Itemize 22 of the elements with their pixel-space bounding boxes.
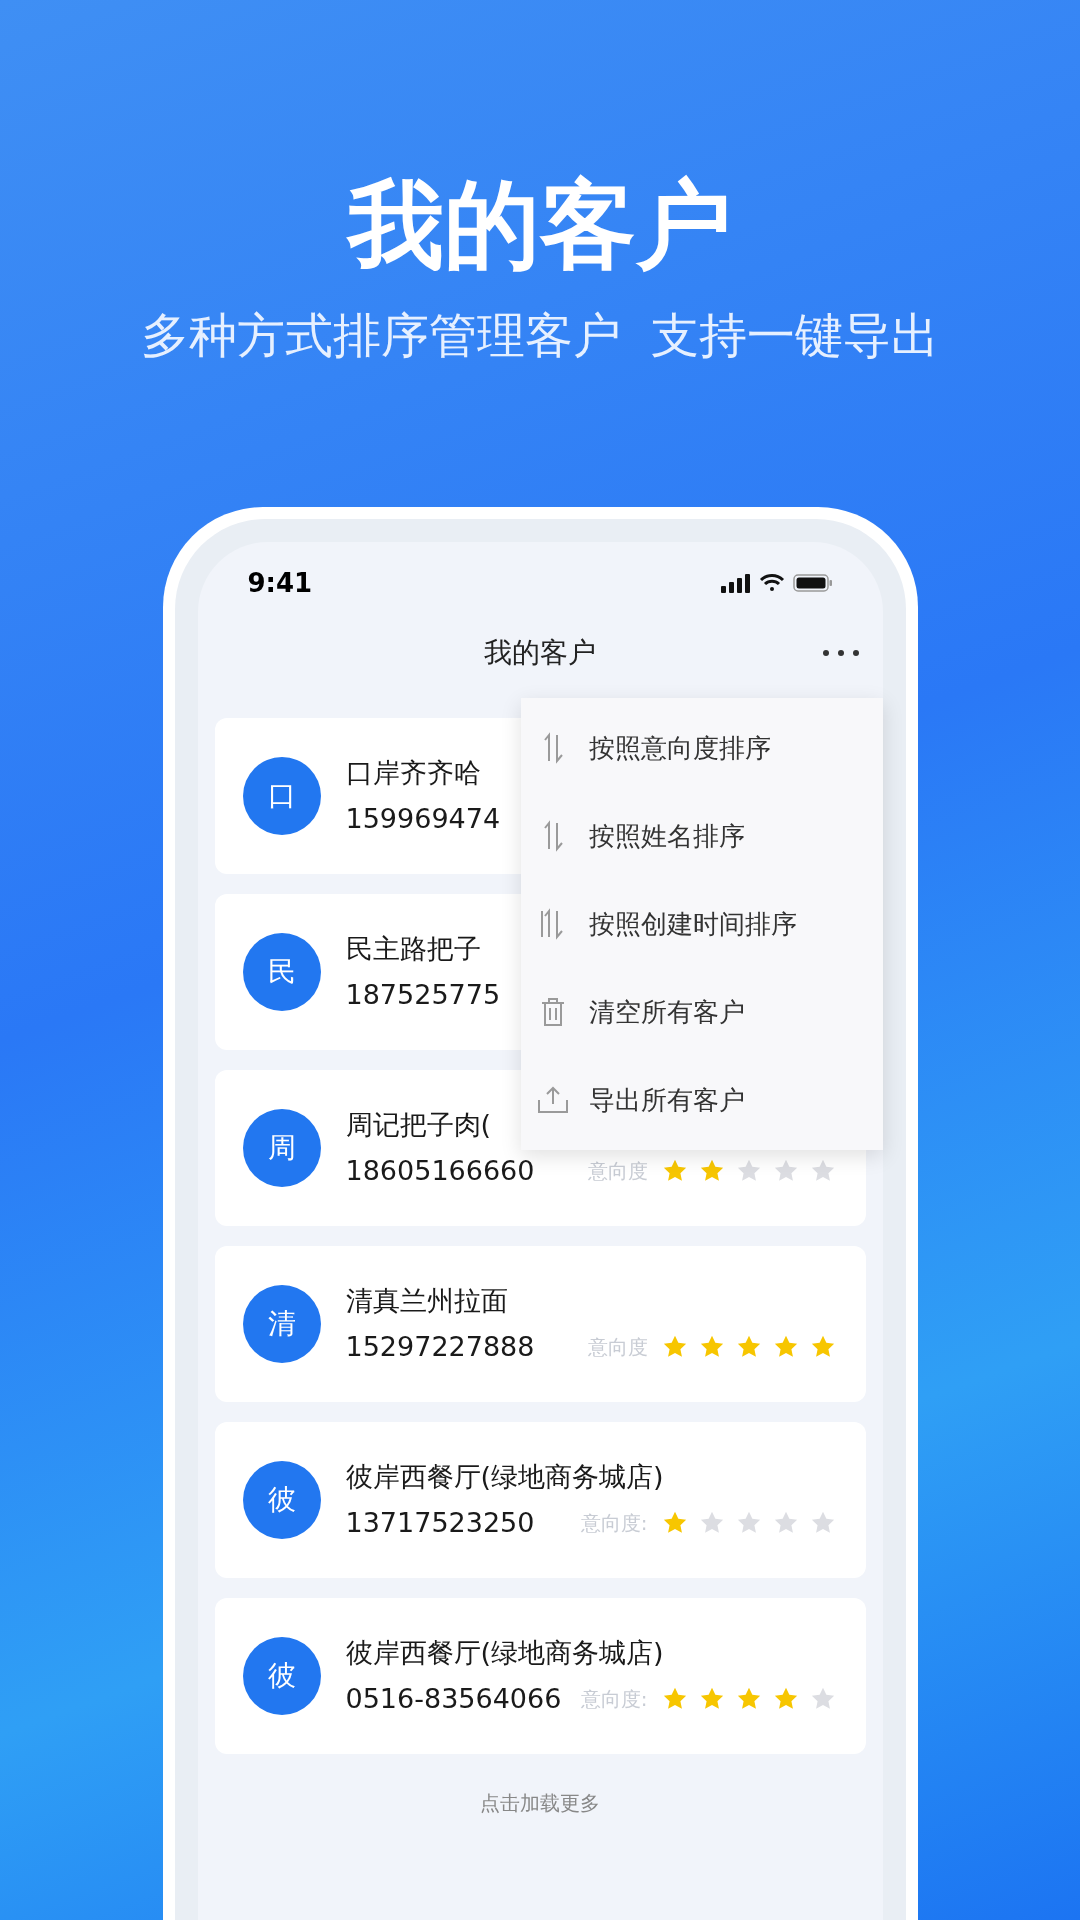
avatar: 清 — [242, 1285, 321, 1363]
customer-name: 彼岸西餐厅(绿地商务城店) — [345, 1636, 665, 1670]
subtitle: 多种方式排序管理客户 支持一键导出 — [140, 306, 940, 365]
customer-phone: 0516-83564066 — [345, 1682, 562, 1716]
avatar: 口 — [242, 757, 321, 835]
customer-phone: 18605166660 — [345, 1154, 535, 1188]
customer-phone: 15297227888 — [345, 1330, 535, 1364]
customer-phone: 13717523250 — [345, 1506, 535, 1540]
customer-phone: 187525775 — [345, 978, 501, 1012]
headline: 我的客户 — [348, 168, 732, 283]
customer-phone: 159969474 — [345, 802, 501, 836]
avatar: 民 — [242, 933, 321, 1011]
avatar: 周 — [242, 1109, 321, 1187]
customer-name: 口岸齐齐哈 — [345, 756, 482, 790]
status-time: 9:41 — [247, 566, 313, 600]
customer-name: 周记把子肉( — [345, 1108, 493, 1142]
customer-name: 民主路把子 — [345, 932, 482, 966]
customer-name: 清真兰州拉面 — [345, 1284, 509, 1318]
avatar: 彼 — [242, 1637, 321, 1715]
avatar: 彼 — [242, 1461, 321, 1539]
page-title: 我的客户 — [484, 635, 596, 671]
customer-name: 彼岸西餐厅(绿地商务城店) — [345, 1460, 665, 1494]
